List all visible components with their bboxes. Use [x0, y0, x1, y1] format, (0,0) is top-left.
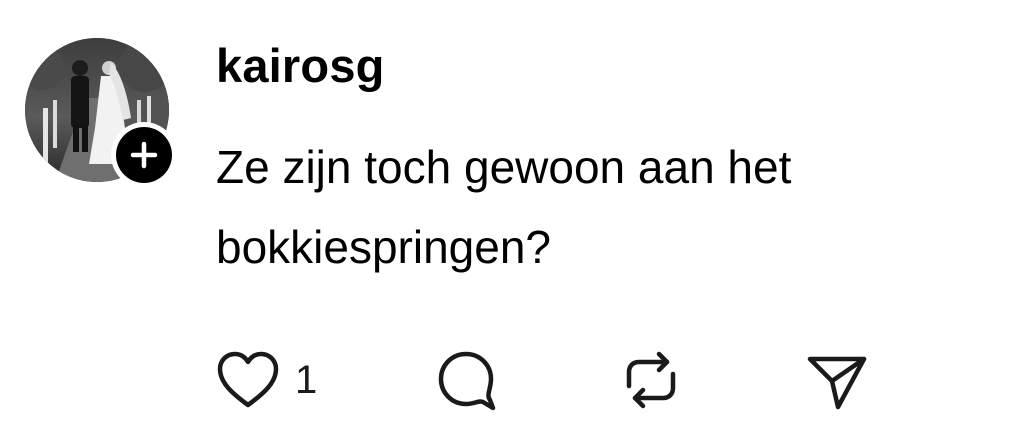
heart-icon: [217, 351, 279, 408]
repost-button[interactable]: [615, 345, 687, 415]
like-button[interactable]: 1: [215, 345, 317, 415]
plus-icon: [130, 141, 158, 169]
avatar-container: [25, 38, 177, 188]
share-button[interactable]: [802, 345, 872, 415]
send-icon: [807, 356, 867, 410]
repost-icon: [626, 351, 676, 409]
follow-button-circle: [116, 127, 172, 183]
post-card: kairosg Ze zijn toch gewoon aan het bokk…: [0, 0, 1024, 439]
comment-icon: [438, 351, 496, 411]
follow-button[interactable]: [111, 122, 177, 188]
post-author-username[interactable]: kairosg: [216, 36, 385, 96]
comment-button[interactable]: [433, 345, 503, 415]
like-count: 1: [295, 358, 318, 402]
post-text: Ze zijn toch gewoon aan het bokkiespring…: [216, 141, 792, 273]
